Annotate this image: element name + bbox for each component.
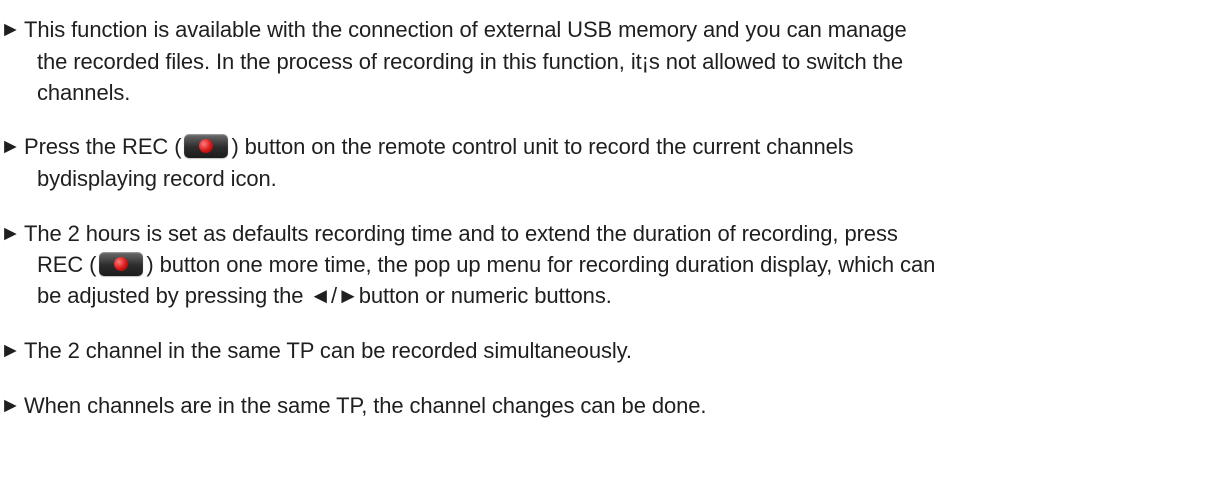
bullet-arrow-icon: ► <box>0 339 21 362</box>
bullet-arrow-icon: ► <box>0 394 21 417</box>
bullet-text-line: channels. <box>37 80 131 105</box>
rec-text-before: Press the REC ( <box>24 134 182 159</box>
rec-text-after: ) button on the remote control unit to r… <box>231 134 854 159</box>
record-button-icon <box>99 252 144 276</box>
bullet-arrow-icon: ► <box>0 222 21 245</box>
rec-text-before: REC ( <box>37 252 97 277</box>
bullet-arrow-icon: ► <box>0 135 21 158</box>
manual-page: ► This function is available with the co… <box>0 0 1232 477</box>
bullet-text-line: Press the REC ( ) button on the remote co… <box>24 131 854 162</box>
bullet-text-line: be adjusted by pressing the ◄/►button or… <box>37 283 612 308</box>
bullet-arrow-icon: ► <box>0 18 21 41</box>
rec-text-after: ) button one more time, the pop up menu … <box>146 252 936 277</box>
bullet-text-line: REC ( ) button one more time, the pop up … <box>37 249 935 280</box>
record-button-icon <box>184 134 229 158</box>
bullet-text-line: This function is available with the conn… <box>24 17 907 42</box>
bullet-text-line: The 2 channel in the same TP can be reco… <box>24 338 632 363</box>
bullet-text-line: bydisplaying record icon. <box>37 166 277 191</box>
bullet-text-line: The 2 hours is set as defaults recording… <box>24 221 898 246</box>
bullet-text-line: the recorded files. In the process of re… <box>37 49 903 74</box>
bullet-text-line: When channels are in the same TP, the ch… <box>24 393 707 418</box>
